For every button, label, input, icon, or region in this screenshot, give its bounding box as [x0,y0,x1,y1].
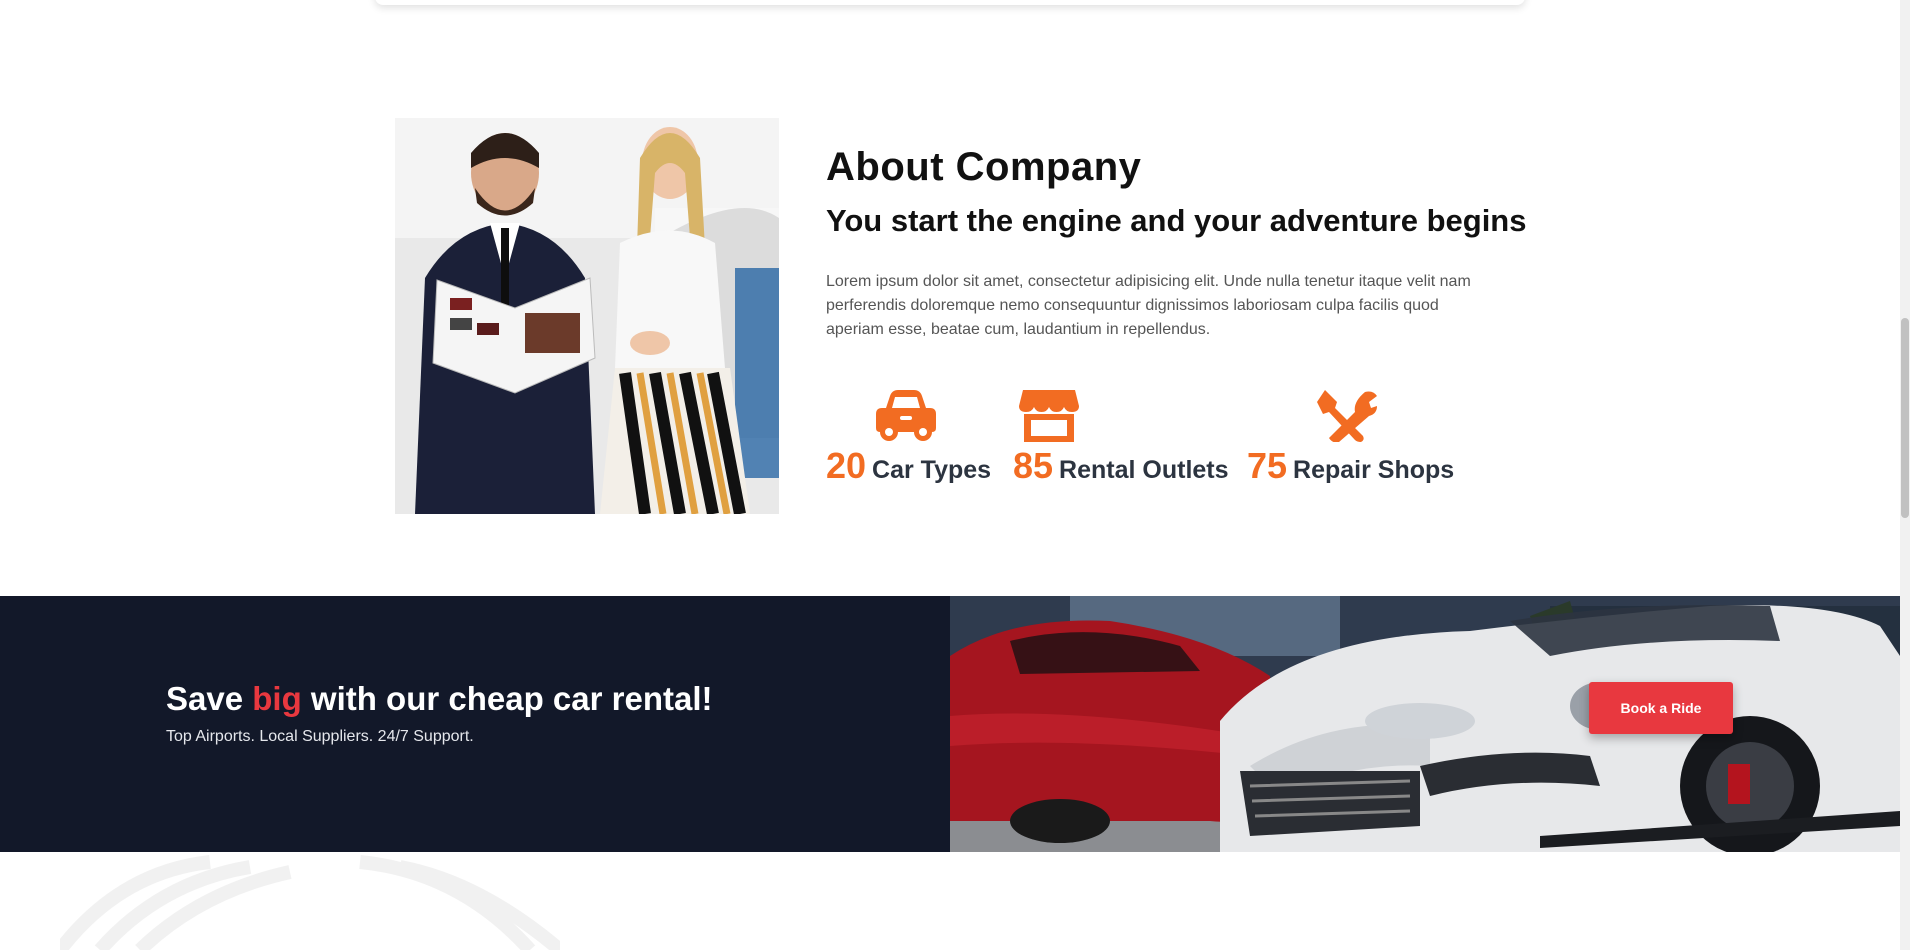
stat-number: 85 [1013,445,1054,486]
previous-section-card [375,0,1525,5]
tire-pattern-decoration [60,855,560,950]
about-photo [395,118,779,514]
salespeople-illustration [395,118,779,514]
car-icon [876,390,936,441]
stat-label: Car Types [872,456,992,484]
stat-label: Repair Shops [1293,456,1455,484]
scrollbar-thumb[interactable] [1901,318,1909,518]
promo-title-accent: big [252,680,302,717]
tools-icon [1317,390,1377,442]
stat-number: 20 [826,445,867,486]
promo-title-end: with our cheap car rental! [301,680,713,717]
stats-row: 20 Car Types 85 Rental Outlets 75 Repair Sh… [826,385,1526,495]
stat-number: 75 [1247,445,1288,486]
about-title: About Company [826,145,1142,189]
promo-subtitle: Top Airports. Local Suppliers. 24/7 Supp… [166,728,474,745]
promo-cars-photo [950,596,1900,852]
about-description: Lorem ipsum dolor sit amet, consectetur … [826,273,1471,338]
promo-title: Save big with our cheap car rental! [166,680,713,718]
store-icon [1019,390,1079,442]
about-subtitle: You start the engine and your adventure … [826,203,1527,238]
sports-cars-illustration [950,596,1900,852]
stat-label: Rental Outlets [1059,456,1229,484]
book-ride-button[interactable]: Book a Ride [1589,682,1733,734]
promo-title-start: Save [166,680,253,717]
